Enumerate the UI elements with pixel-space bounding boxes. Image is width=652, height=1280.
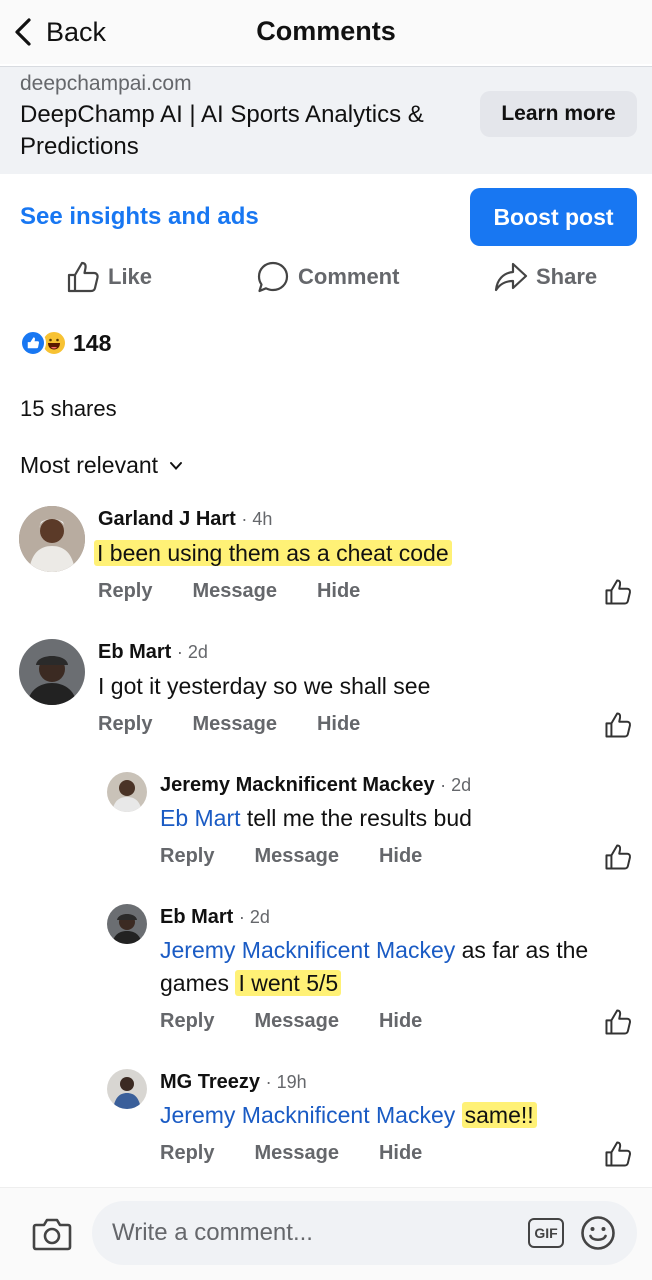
comment-input[interactable]: Write a comment... GIF	[92, 1201, 637, 1265]
share-button[interactable]: Share	[494, 256, 597, 298]
chevron-down-icon	[170, 461, 183, 470]
avatar[interactable]	[107, 1069, 147, 1109]
ad-title: DeepChamp AI | AI Sports Analytics & Pre…	[20, 101, 424, 160]
boost-post-button[interactable]: Boost post	[470, 188, 637, 246]
thumbs-up-icon[interactable]	[604, 711, 632, 739]
comment-text: I got it yesterday so we shall see	[98, 673, 431, 699]
ad-link-card[interactable]: deepchampai.com DeepChamp AI | AI Sports…	[0, 66, 652, 174]
comment-composer: Write a comment... GIF	[0, 1187, 652, 1280]
avatar[interactable]	[107, 904, 147, 944]
top-bar: Back Comments	[0, 0, 652, 64]
comment-text: Jeremy Macknificent Mackey as far as the…	[160, 934, 640, 1000]
comment-author[interactable]: Eb Mart	[160, 906, 233, 928]
reply-button[interactable]: Reply	[98, 580, 152, 603]
mention-link[interactable]: Eb Mart	[160, 805, 241, 831]
ad-domain: deepchampai.com	[20, 72, 192, 95]
like-label: Like	[108, 264, 153, 289]
comment-placeholder: Write a comment...	[112, 1219, 313, 1246]
reactions-summary[interactable]: 148	[20, 327, 111, 359]
sort-label: Most relevant	[20, 452, 159, 478]
highlighted-text: I been using them as a cheat code	[94, 540, 452, 566]
message-button[interactable]: Message	[192, 713, 277, 736]
comment-text: Eb Mart tell me the results bud	[160, 802, 472, 835]
page-title: Comments	[256, 16, 396, 46]
see-insights-link[interactable]: See insights and ads	[20, 203, 259, 231]
gif-button[interactable]: GIF	[528, 1218, 564, 1248]
comment-time: · 19h	[265, 1072, 307, 1092]
like-reaction-icon	[20, 330, 46, 356]
thumbs-up-icon[interactable]	[604, 578, 632, 606]
hide-button[interactable]: Hide	[379, 845, 422, 868]
comment-author[interactable]: MG Treezy	[160, 1071, 260, 1093]
reply-button[interactable]: Reply	[160, 1010, 214, 1033]
mention-link[interactable]: Jeremy Macknificent Mackey	[160, 937, 455, 963]
comment-button[interactable]: Comment	[256, 256, 399, 298]
avatar[interactable]	[19, 639, 85, 705]
reply-text: as far as the	[461, 937, 589, 963]
thumbs-up-icon	[67, 261, 99, 293]
message-button[interactable]: Message	[192, 580, 277, 603]
share-arrow-icon	[494, 262, 528, 292]
comment-time: · 4h	[241, 509, 273, 529]
reply-text: games	[160, 970, 230, 996]
hide-button[interactable]: Hide	[379, 1142, 422, 1165]
comment-text: Jeremy Macknificent Mackey same!!	[160, 1099, 537, 1132]
reaction-count: 148	[73, 329, 112, 356]
learn-more-button[interactable]: Learn more	[480, 91, 637, 137]
emoji-icon[interactable]	[580, 1215, 616, 1251]
comment-author[interactable]: Eb Mart	[98, 641, 171, 663]
comment-time: · 2d	[176, 642, 208, 662]
comment-author[interactable]: Garland J Hart	[98, 508, 236, 530]
highlighted-text: I went 5/5	[235, 970, 342, 996]
shares-count[interactable]: 15 shares	[20, 396, 117, 422]
comment-author[interactable]: Jeremy Macknificent Mackey	[160, 774, 435, 796]
message-button[interactable]: Message	[254, 845, 339, 868]
mention-link[interactable]: Jeremy Macknificent Mackey	[160, 1102, 455, 1128]
hide-button[interactable]: Hide	[317, 713, 360, 736]
reply-button[interactable]: Reply	[160, 1142, 214, 1165]
avatar[interactable]	[19, 506, 85, 572]
share-label: Share	[536, 264, 598, 289]
hide-button[interactable]: Hide	[317, 580, 360, 603]
speech-bubble-icon	[257, 261, 289, 293]
thumbs-up-icon[interactable]	[604, 1140, 632, 1168]
reply-button[interactable]: Reply	[160, 845, 214, 868]
sort-dropdown[interactable]: Most relevant	[20, 452, 184, 479]
hide-button[interactable]: Hide	[379, 1010, 422, 1033]
avatar[interactable]	[107, 772, 147, 812]
camera-icon[interactable]	[32, 1216, 72, 1252]
thumbs-up-icon[interactable]	[604, 843, 632, 871]
comment-time: · 2d	[238, 907, 270, 927]
reply-text: tell me the results bud	[246, 805, 472, 831]
reply-button[interactable]: Reply	[98, 713, 152, 736]
comment-time: · 2d	[440, 775, 472, 795]
like-button[interactable]: Like	[66, 256, 152, 298]
highlighted-text: same!!	[461, 1102, 537, 1128]
thumbs-up-icon[interactable]	[604, 1008, 632, 1036]
comment-label: Comment	[298, 264, 400, 289]
message-button[interactable]: Message	[254, 1142, 339, 1165]
message-button[interactable]: Message	[254, 1010, 339, 1033]
comment-text: I been using them as a cheat code	[94, 537, 452, 570]
